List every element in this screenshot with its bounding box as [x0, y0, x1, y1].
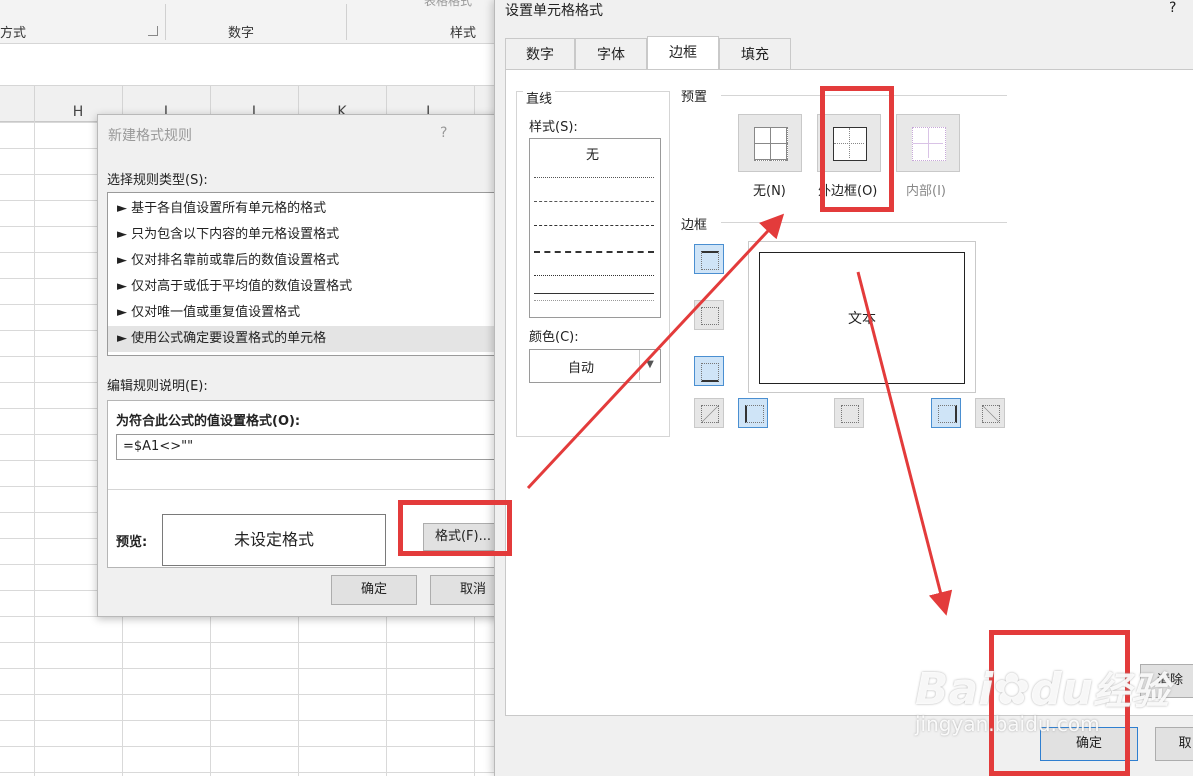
border-left-button[interactable] [738, 398, 768, 428]
dialog-title: 新建格式规则 [108, 128, 192, 144]
tab-border[interactable]: 边框 [647, 36, 719, 70]
tab-number[interactable]: 数字 [505, 38, 575, 70]
preset-none-label: 无(N) [753, 184, 786, 199]
border-top-button[interactable] [694, 244, 724, 274]
line-style-dotted[interactable] [534, 177, 654, 178]
line-style-dashed[interactable] [534, 201, 654, 202]
diagonal-down-icon [982, 405, 1000, 423]
ribbon-separator [165, 4, 166, 40]
border-preview-area[interactable]: 文本 [748, 241, 976, 393]
line-style-list[interactable]: 无 [529, 138, 661, 318]
ok-button[interactable]: 确定 [331, 575, 417, 605]
border-label: 边框 [681, 218, 708, 233]
help-icon[interactable]: ? [440, 125, 447, 141]
border-right-icon [938, 405, 957, 423]
highlight-outline-preset [820, 86, 894, 212]
table-format-button[interactable]: 表格格式 [424, 0, 472, 9]
line-style-none[interactable]: 无 [586, 144, 599, 163]
chevron-down-icon[interactable]: ▼ [639, 350, 660, 380]
ribbon-section-number: 数字 [228, 26, 255, 41]
line-style-dash-dot[interactable] [534, 225, 654, 226]
border-inside-vertical-button[interactable] [834, 398, 864, 428]
line-style-medium-dash-dot[interactable] [534, 251, 654, 253]
preset-none-icon [754, 127, 788, 161]
border-left-icon [745, 405, 764, 423]
presets-label: 预置 [681, 90, 708, 105]
tab-fill[interactable]: 填充 [719, 38, 791, 70]
rule-type-list[interactable]: ► 基于各自值设置所有单元格的格式 ► 只为包含以下内容的单元格设置格式 ► 仅… [107, 192, 509, 356]
paw-icon: ✿ [993, 664, 1031, 715]
cancel-button[interactable]: 取 [1155, 727, 1193, 761]
border-center-icon [841, 405, 859, 423]
formula-input[interactable]: =$A1<>"" [116, 434, 496, 460]
color-value: 自动 [568, 361, 595, 376]
preset-none-button[interactable] [738, 114, 802, 172]
preset-inside-label: 内部(I) [906, 184, 946, 199]
preset-inside-button[interactable] [896, 114, 960, 172]
line-group-label: 直线 [523, 88, 556, 107]
line-style-hair[interactable] [534, 275, 654, 276]
line-group: 直线 样式(S): 无 颜色(C): 自动 ▼ [516, 88, 670, 437]
help-icon[interactable]: ? [1169, 0, 1176, 16]
highlight-format-button [398, 500, 512, 556]
border-bottom-icon [701, 363, 719, 382]
style-label: 样式(S): [529, 120, 578, 135]
line-style-thin-selected[interactable] [534, 293, 654, 301]
rule-type-item[interactable]: ► 基于各自值设置所有单元格的格式 [117, 196, 326, 222]
preview-label: 预览: [116, 535, 148, 550]
border-bottom-button[interactable] [694, 356, 724, 386]
color-select[interactable]: 自动 ▼ [529, 349, 661, 383]
ribbon-section-alignment: 方式 [0, 26, 27, 41]
watermark-url: jingyan.baidu.com [915, 712, 1100, 736]
dialog-title: 设置单元格格式 [505, 3, 603, 19]
border-preview-text: 文本 [759, 252, 965, 384]
border-inside-horizontal-button[interactable] [694, 300, 724, 330]
rule-type-item[interactable]: ► 仅对唯一值或重复值设置格式 [117, 300, 300, 326]
rule-type-label: 选择规则类型(S): [107, 173, 208, 188]
divider [721, 222, 1007, 223]
rule-type-item-selected[interactable]: ► 使用公式确定要设置格式的单元格 [108, 326, 507, 352]
border-right-button[interactable] [931, 398, 961, 428]
tab-font[interactable]: 字体 [575, 38, 647, 70]
ribbon: 方式 数字 样式 表格格式 [0, 0, 500, 44]
formula-label: 为符合此公式的值设置格式(O): [116, 414, 301, 429]
rule-type-item[interactable]: ► 仅对排名靠前或靠后的数值设置格式 [117, 248, 339, 274]
border-diagonal-up-button[interactable] [694, 398, 724, 428]
alignment-launcher-icon[interactable] [148, 26, 158, 36]
border-diagonal-down-button[interactable] [975, 398, 1005, 428]
ribbon-section-styles: 样式 [450, 26, 477, 41]
ribbon-separator [346, 4, 347, 40]
format-preview: 未设定格式 [162, 514, 386, 566]
color-label: 颜色(C): [529, 330, 579, 345]
diagonal-up-icon [701, 405, 719, 423]
divider [108, 489, 508, 490]
row-header-corner[interactable] [0, 86, 35, 122]
rule-type-item[interactable]: ► 只为包含以下内容的单元格设置格式 [117, 222, 339, 248]
formula-bar[interactable] [0, 44, 500, 86]
edit-rule-label: 编辑规则说明(E): [107, 379, 208, 394]
border-top-icon [701, 251, 719, 270]
preset-inside-icon [912, 127, 946, 161]
border-middle-icon [701, 307, 719, 325]
rule-type-item[interactable]: ► 仅对高于或低于平均值的数值设置格式 [117, 274, 352, 300]
watermark-logo: Bai✿du经验 [915, 664, 1170, 715]
